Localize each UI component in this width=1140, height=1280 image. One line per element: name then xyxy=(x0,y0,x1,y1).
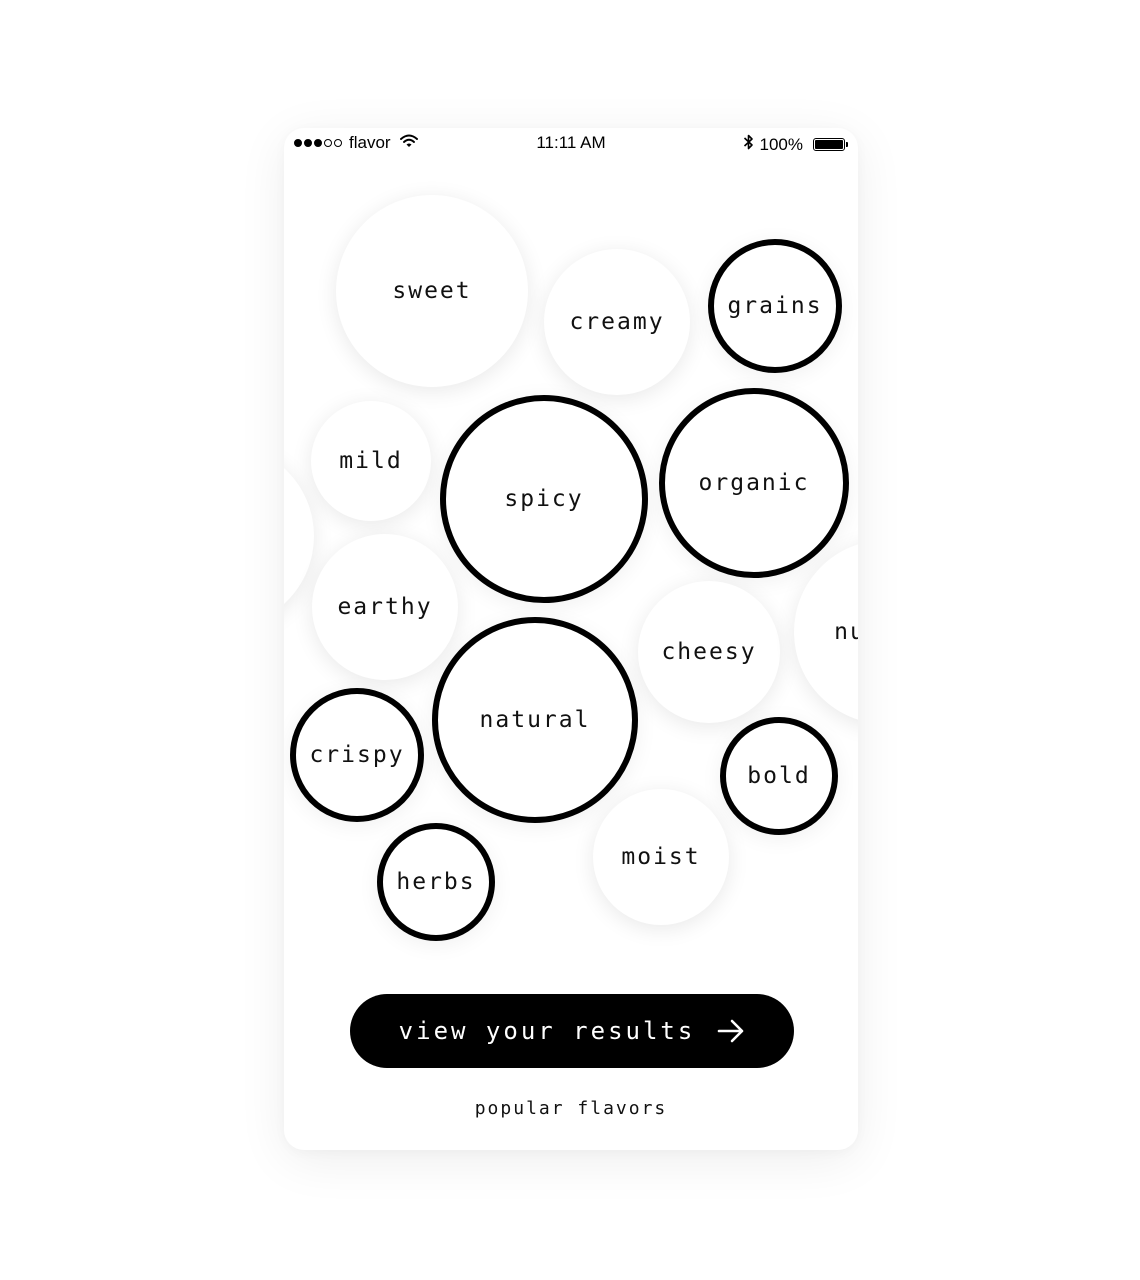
view-results-label: view your results xyxy=(398,1017,696,1045)
flavor-bubble[interactable]: mild xyxy=(311,401,431,521)
screen-background: flavor 11:11 AM 100% sweet creamy grains… xyxy=(0,0,1140,1280)
flavor-label: spicy xyxy=(504,486,584,512)
arrow-right-icon xyxy=(717,1019,745,1043)
flavor-bubble[interactable]: earthy xyxy=(312,534,458,680)
flavor-label: creamy xyxy=(569,309,665,335)
flavor-bubble[interactable]: moist xyxy=(593,789,729,925)
flavor-label: mild xyxy=(339,448,403,474)
flavor-bubble[interactable]: natural xyxy=(432,617,638,823)
flavor-label: bold xyxy=(747,763,811,789)
flavor-bubble[interactable]: spicy xyxy=(440,395,648,603)
flavor-label: crispy xyxy=(309,742,405,768)
flavor-label: moist xyxy=(621,844,701,870)
phone-screen: flavor 11:11 AM 100% sweet creamy grains… xyxy=(284,128,858,1150)
flavor-bubble-field: sweet creamy grains mild spicy organic e… xyxy=(284,128,858,988)
flavor-bubble[interactable]: creamy xyxy=(544,249,690,395)
flavor-label: earthy xyxy=(337,594,433,620)
flavor-label: herbs xyxy=(396,869,476,895)
flavor-label: cheesy xyxy=(661,639,757,665)
flavor-label: sweet xyxy=(392,278,472,304)
view-results-button[interactable]: view your results xyxy=(350,994,794,1068)
flavor-label: organic xyxy=(698,470,810,496)
flavor-bubble[interactable]: cheesy xyxy=(638,581,780,723)
flavor-bubble[interactable]: organic xyxy=(659,388,849,578)
flavor-bubble[interactable] xyxy=(284,444,314,628)
flavor-bubble[interactable]: bold xyxy=(720,717,838,835)
flavor-bubble[interactable]: herbs xyxy=(377,823,495,941)
flavor-bubble[interactable]: sweet xyxy=(336,195,528,387)
flavor-label: nu xyxy=(834,619,858,645)
popular-flavors-link[interactable]: popular flavors xyxy=(284,1098,858,1119)
flavor-bubble[interactable]: nu xyxy=(794,540,858,724)
flavor-label: grains xyxy=(727,293,823,319)
flavor-bubble[interactable]: grains xyxy=(708,239,842,373)
flavor-label: natural xyxy=(479,707,591,733)
flavor-bubble[interactable]: crispy xyxy=(290,688,424,822)
